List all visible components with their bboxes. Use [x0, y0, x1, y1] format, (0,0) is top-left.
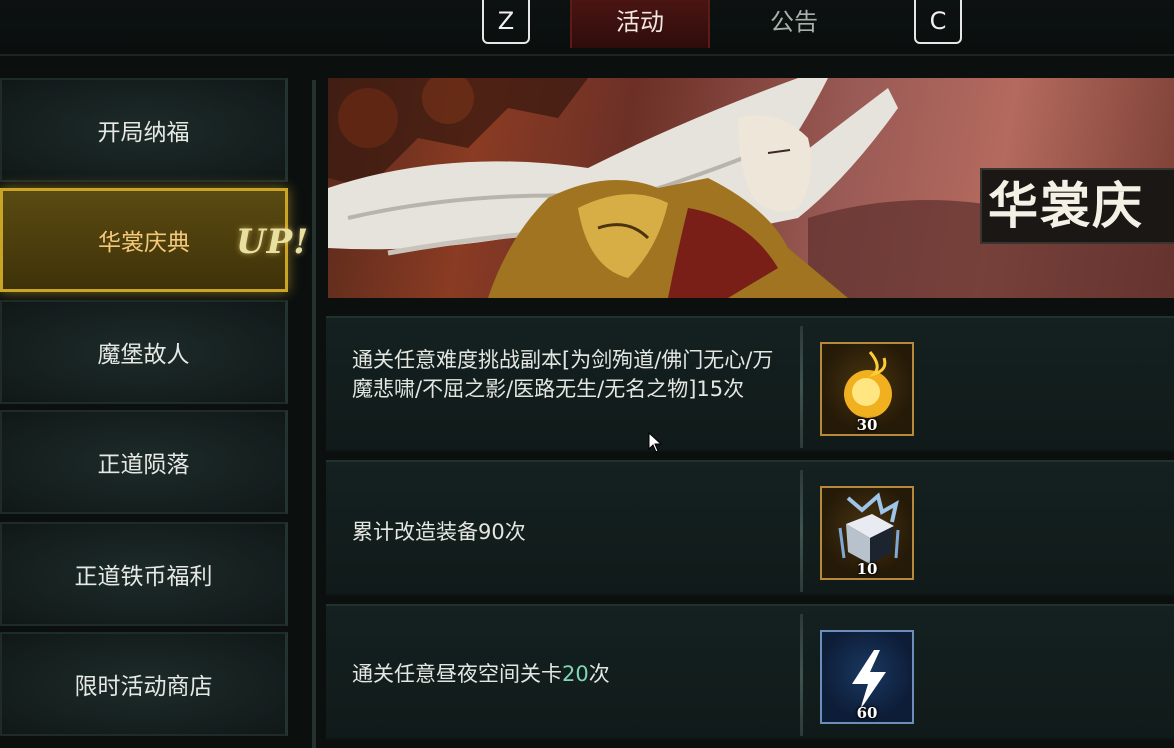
panel-divider	[312, 80, 316, 748]
task-description: 通关任意昼夜空间关卡20次	[352, 660, 792, 689]
sidebar-item-limited-shop[interactable]: 限时活动商店	[0, 632, 288, 736]
prev-tab-key-hint[interactable]: Z	[482, 0, 530, 44]
reward-count: 10	[856, 560, 878, 578]
task-description: 累计改造装备90次	[352, 520, 526, 544]
row-divider	[800, 326, 803, 448]
sidebar-item-castle-old-friend[interactable]: 魔堡故人	[0, 300, 288, 404]
tab-announcements[interactable]: 公告	[724, 0, 864, 48]
sidebar-item-opening-fortune[interactable]: 开局纳福	[0, 78, 288, 182]
sidebar-item-iron-coin-welfare[interactable]: 正道铁币福利	[0, 522, 288, 626]
banner-title: 华裳庆	[980, 168, 1174, 244]
tab-activities[interactable]: 活动	[570, 0, 710, 48]
task-target-count: 20	[562, 662, 589, 686]
task-description-prefix: 通关任意昼夜空间关卡	[352, 662, 562, 686]
reward-count: 30	[856, 416, 878, 434]
top-bar: Z 活动 公告 C	[0, 0, 1174, 56]
task-row: 累计改造装备90次 10	[326, 460, 1174, 596]
up-badge: UP!	[236, 222, 310, 262]
reward-slot[interactable]: 30	[820, 342, 914, 436]
row-divider	[800, 470, 803, 592]
sidebar-item-righteous-fall[interactable]: 正道陨落	[0, 410, 288, 514]
next-tab-key-hint[interactable]: C	[914, 0, 962, 44]
task-description-suffix: 次	[588, 662, 610, 686]
reward-slot[interactable]: 10	[820, 486, 914, 580]
reward-count: 60	[856, 704, 878, 722]
row-divider	[800, 614, 803, 736]
activity-sidebar: 开局纳福 华裳庆典 魔堡故人 正道陨落 正道铁币福利 限时活动商店	[0, 62, 300, 748]
task-row: 通关任意昼夜空间关卡20次 60	[326, 604, 1174, 740]
task-row: 通关任意难度挑战副本[为剑殉道/佛门无心/万魔悲啸/不屈之影/医路无生/无名之物…	[326, 316, 1174, 452]
reward-slot[interactable]: 60	[820, 630, 914, 724]
mouse-cursor-icon	[648, 432, 663, 453]
task-description: 通关任意难度挑战副本[为剑殉道/佛门无心/万魔悲啸/不屈之影/医路无生/无名之物…	[352, 348, 774, 401]
